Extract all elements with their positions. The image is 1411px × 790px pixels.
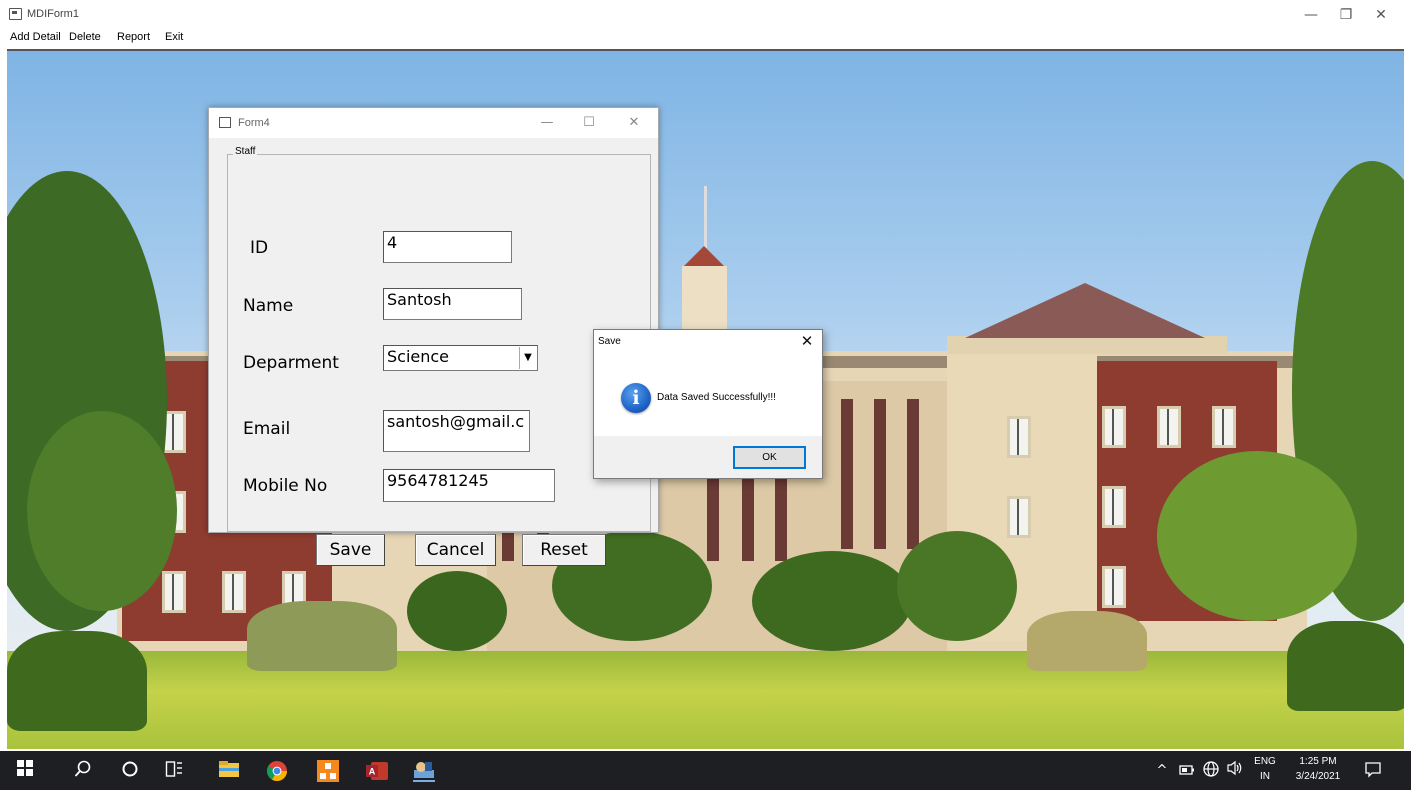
message-box-close-button[interactable]: ✕	[798, 331, 816, 351]
app-shortcut-icon[interactable]	[317, 760, 339, 782]
staff-group-label: Staff	[233, 146, 258, 157]
clock-time[interactable]: 1:25 PM	[1286, 756, 1350, 767]
form4-minimize-button[interactable]: —	[533, 112, 561, 134]
department-select[interactable]: Science ▼	[383, 345, 538, 371]
form4-close-button[interactable]: ✕	[620, 112, 648, 134]
mdi-client-area: Form4 — ☐ ✕ Staff ID 4 Name Santosh Depa…	[7, 49, 1404, 749]
network-icon[interactable]	[1200, 760, 1222, 782]
tray-overflow-chevron-icon[interactable]: ^	[1151, 760, 1173, 782]
message-text: Data Saved Successfully!!!	[657, 392, 776, 403]
name-field[interactable]: Santosh	[383, 288, 522, 320]
access-icon[interactable]: A	[365, 760, 388, 782]
form4-window: Form4 — ☐ ✕ Staff ID 4 Name Santosh Depa…	[208, 107, 659, 566]
cancel-button[interactable]: Cancel	[415, 534, 496, 566]
id-field[interactable]: 4	[383, 231, 512, 263]
minimize-button[interactable]: —	[1297, 4, 1325, 26]
battery-icon[interactable]	[1176, 760, 1198, 782]
menu-add-detail[interactable]: Add Detail	[10, 31, 61, 43]
reset-button[interactable]: Reset	[522, 534, 606, 566]
menu-report[interactable]: Report	[117, 31, 150, 43]
department-label: Deparment	[243, 353, 339, 373]
email-field[interactable]: santosh@gmail.c	[383, 410, 530, 452]
close-button[interactable]: ✕	[1367, 4, 1395, 26]
save-button[interactable]: Save	[316, 534, 385, 566]
mdi-titlebar: MDIForm1 — ❐ ✕	[0, 0, 1411, 30]
menu-exit[interactable]: Exit	[165, 31, 183, 43]
name-label: Name	[243, 296, 294, 316]
volume-icon[interactable]	[1224, 760, 1246, 782]
ok-button[interactable]: OK	[733, 446, 806, 469]
menu-delete[interactable]: Delete	[69, 31, 101, 43]
email-label: Email	[243, 419, 291, 439]
form4-maximize-button[interactable]: ☐	[575, 112, 603, 134]
message-box-title: Save	[598, 336, 621, 347]
mobile-field[interactable]: 9564781245	[383, 469, 555, 502]
chrome-icon[interactable]	[266, 760, 288, 782]
clock-date[interactable]: 3/24/2021	[1286, 771, 1350, 782]
input-language[interactable]: ENG	[1253, 756, 1277, 767]
file-explorer-icon[interactable]	[218, 760, 240, 782]
svg-text:A: A	[369, 767, 376, 777]
vb6-app-icon[interactable]	[413, 760, 435, 782]
restore-button[interactable]: ❐	[1332, 4, 1360, 26]
taskbar: A ^ ENG IN 1:25 PM 3/24/2021	[0, 751, 1411, 790]
information-icon: i	[621, 383, 651, 413]
windows-start-icon[interactable]	[14, 760, 36, 782]
task-view-icon[interactable]	[163, 760, 185, 782]
id-label: ID	[250, 238, 269, 258]
save-message-box: Save ✕ i Data Saved Successfully!!! OK	[593, 329, 823, 479]
department-select-value: Science	[387, 347, 450, 366]
mobile-label: Mobile No	[243, 476, 328, 496]
form4-title: Form4	[238, 117, 270, 129]
mdi-window-title: MDIForm1	[27, 8, 79, 20]
input-region[interactable]: IN	[1253, 771, 1277, 782]
cortana-icon[interactable]	[119, 760, 141, 782]
form4-titlebar: Form4 — ☐ ✕	[209, 108, 658, 138]
notifications-icon[interactable]	[1362, 760, 1384, 782]
app-window-icon	[9, 8, 22, 20]
dropdown-arrow-icon[interactable]: ▼	[519, 347, 536, 369]
search-icon[interactable]	[72, 760, 94, 782]
message-box-footer: OK	[594, 436, 822, 478]
menu-bar: Add Detail Delete Report Exit	[0, 30, 1411, 47]
form-window-icon	[219, 117, 231, 128]
